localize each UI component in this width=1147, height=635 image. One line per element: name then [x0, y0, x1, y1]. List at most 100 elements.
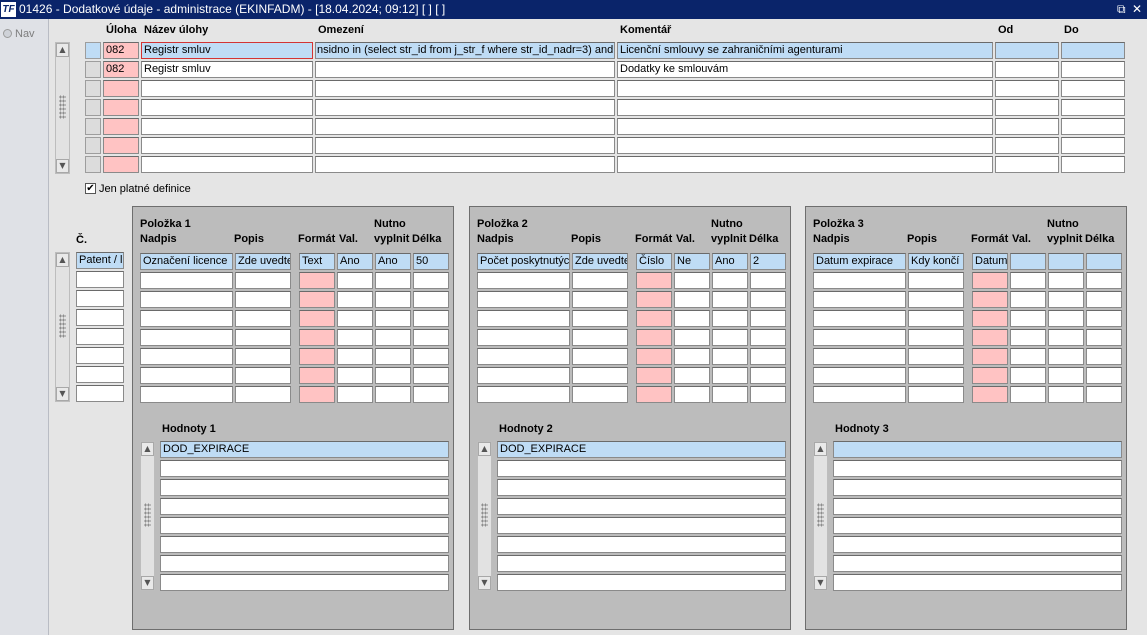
field-format[interactable]	[299, 367, 335, 384]
field-nadpis[interactable]	[140, 272, 233, 289]
field-do[interactable]	[1061, 80, 1125, 97]
field-delka[interactable]	[413, 272, 449, 289]
field-od[interactable]	[995, 156, 1059, 173]
field-val[interactable]	[337, 291, 373, 308]
hodnoty-field[interactable]: DOD_EXPIRACE	[160, 441, 449, 458]
field-nutno[interactable]	[712, 386, 748, 403]
field-popis[interactable]	[235, 272, 291, 289]
hodnoty-field[interactable]	[833, 517, 1122, 534]
hodnoty-field[interactable]	[497, 574, 786, 591]
field-format[interactable]	[972, 348, 1008, 365]
field-val[interactable]	[674, 367, 710, 384]
hodnoty-field[interactable]	[497, 555, 786, 572]
field-popis[interactable]	[908, 272, 964, 289]
field-cislo[interactable]	[76, 385, 124, 402]
field-komentar[interactable]	[617, 99, 993, 116]
hodnoty-field[interactable]	[160, 498, 449, 515]
record-indicator[interactable]	[85, 118, 101, 135]
field-komentar[interactable]	[617, 80, 993, 97]
hodnoty-field[interactable]	[160, 574, 449, 591]
field-nutno[interactable]	[1048, 386, 1084, 403]
field-omezeni[interactable]	[315, 80, 615, 97]
field-nadpis[interactable]: Označení licence	[140, 253, 233, 270]
hodnoty-field[interactable]	[160, 460, 449, 477]
field-nadpis[interactable]	[813, 310, 906, 327]
field-nutno[interactable]	[1048, 291, 1084, 308]
record-indicator[interactable]	[85, 156, 101, 173]
scroll-up-arrow-icon[interactable]: ▲	[814, 442, 827, 456]
cislo-scrollbar[interactable]: ▲ ▼	[55, 252, 70, 402]
field-val[interactable]	[337, 329, 373, 346]
field-delka[interactable]	[413, 291, 449, 308]
hodnoty-field[interactable]	[497, 517, 786, 534]
field-uloha[interactable]	[103, 156, 139, 173]
field-do[interactable]	[1061, 137, 1125, 154]
field-do[interactable]	[1061, 61, 1125, 78]
field-nadpis[interactable]	[813, 329, 906, 346]
field-val[interactable]	[674, 348, 710, 365]
field-popis[interactable]	[572, 310, 628, 327]
field-popis[interactable]	[235, 310, 291, 327]
scroll-down-arrow-icon[interactable]: ▼	[56, 159, 69, 173]
field-delka[interactable]	[413, 310, 449, 327]
field-format[interactable]	[636, 272, 672, 289]
field-format[interactable]	[972, 367, 1008, 384]
field-delka[interactable]	[1086, 348, 1122, 365]
field-nadpis[interactable]	[477, 329, 570, 346]
field-nutno[interactable]	[712, 310, 748, 327]
field-uloha[interactable]	[103, 118, 139, 135]
hodnoty-field[interactable]	[160, 517, 449, 534]
field-format[interactable]	[299, 329, 335, 346]
field-nutno[interactable]	[375, 367, 411, 384]
field-omezeni[interactable]	[315, 156, 615, 173]
field-format[interactable]: Číslo	[636, 253, 672, 270]
field-popis[interactable]	[572, 291, 628, 308]
field-format[interactable]: Text	[299, 253, 335, 270]
valid-only-checkbox[interactable]: ✔	[85, 183, 96, 194]
scroll-up-arrow-icon[interactable]: ▲	[56, 43, 69, 57]
field-val[interactable]	[1010, 348, 1046, 365]
field-nadpis[interactable]	[140, 367, 233, 384]
field-val[interactable]	[674, 291, 710, 308]
field-popis[interactable]	[572, 348, 628, 365]
field-val[interactable]	[1010, 329, 1046, 346]
field-do[interactable]	[1061, 118, 1125, 135]
field-cislo[interactable]: Patent / lic	[76, 252, 124, 269]
record-indicator[interactable]	[85, 99, 101, 116]
field-delka[interactable]	[750, 367, 786, 384]
field-nutno[interactable]	[712, 367, 748, 384]
field-od[interactable]	[995, 118, 1059, 135]
field-nutno[interactable]: Ano	[375, 253, 411, 270]
hodnoty-field[interactable]	[833, 498, 1122, 515]
field-val[interactable]: Ano	[337, 253, 373, 270]
field-nadpis[interactable]	[477, 310, 570, 327]
field-delka[interactable]	[1086, 291, 1122, 308]
field-nazev[interactable]	[141, 156, 313, 173]
field-nutno[interactable]	[375, 291, 411, 308]
scroll-down-arrow-icon[interactable]: ▼	[56, 387, 69, 401]
field-popis[interactable]	[572, 386, 628, 403]
field-format[interactable]	[299, 348, 335, 365]
field-omezeni[interactable]: nsidno in (select str_id from j_str_f wh…	[315, 42, 615, 59]
scroll-down-arrow-icon[interactable]: ▼	[141, 576, 154, 590]
field-uloha[interactable]	[103, 99, 139, 116]
field-delka[interactable]	[1086, 272, 1122, 289]
field-val[interactable]	[1010, 367, 1046, 384]
hodnoty-scrollbar[interactable]: ▲ ▼	[477, 441, 492, 591]
upper-scrollbar[interactable]: ▲ ▼	[55, 42, 70, 174]
field-nadpis[interactable]	[140, 348, 233, 365]
field-delka[interactable]	[750, 348, 786, 365]
field-komentar[interactable]	[617, 118, 993, 135]
field-val[interactable]	[337, 386, 373, 403]
field-popis[interactable]	[908, 329, 964, 346]
field-popis[interactable]: Zde uvedte	[572, 253, 628, 270]
field-nutno[interactable]	[1048, 272, 1084, 289]
field-nazev[interactable]	[141, 80, 313, 97]
scroll-down-arrow-icon[interactable]: ▼	[814, 576, 827, 590]
field-nadpis[interactable]	[140, 329, 233, 346]
field-delka[interactable]	[1086, 310, 1122, 327]
field-format[interactable]	[972, 310, 1008, 327]
field-format[interactable]	[299, 386, 335, 403]
field-do[interactable]	[1061, 42, 1125, 59]
hodnoty-field[interactable]	[833, 441, 1122, 458]
